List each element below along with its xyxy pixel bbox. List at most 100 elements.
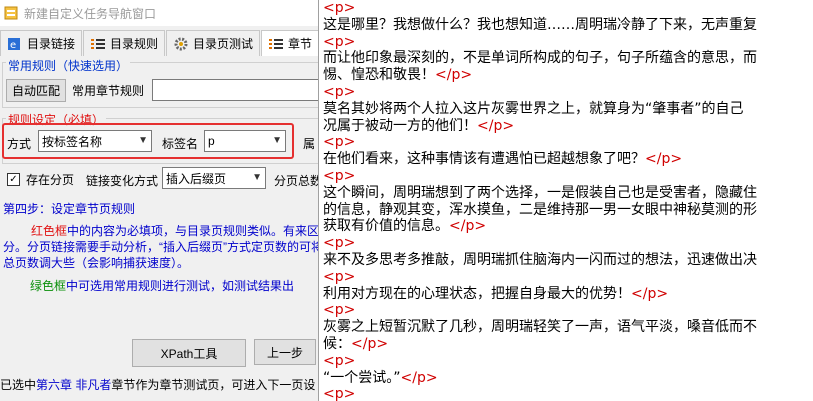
- app-icon: [4, 6, 18, 20]
- source-line: <p>: [323, 302, 813, 319]
- instruction-text-2: 绿色框中可选用常用规则进行测试，如测试结果出: [30, 277, 294, 294]
- line-text: 灰雾之上短暂沉默了几秒，周明瑞轻笑了一声，语气平淡，嗓音低而不: [323, 319, 757, 336]
- line-text: 来不及多思考多推敲，周明瑞抓住脑海内一闪而过的想法，迅速做出决: [323, 251, 757, 268]
- line-text: 候：: [323, 335, 351, 352]
- html-source-text: <p> 这是哪里？我想做什么？我也想知道……周明瑞冷静了下来，无声重复 <p> 而让他…: [323, 0, 813, 401]
- source-line: 的信息，静观其变，浑水摸鱼，二是维持那一男一女眼中神秘莫测的形: [323, 202, 813, 219]
- required-rule-highlight: [2, 123, 294, 159]
- tab-label: 目录规则: [110, 37, 159, 51]
- source-line: 这是哪里？我想做什么？我也想知道……周明瑞冷静了下来，无声重复: [323, 17, 813, 34]
- html-tag: <p>: [323, 302, 356, 319]
- line-text: 的信息，静观其变，浑水摸鱼，二是维持那一男一女眼中神秘莫测的形: [323, 201, 757, 218]
- html-tag: </p>: [435, 67, 473, 84]
- source-line: <p>: [323, 235, 813, 252]
- source-line: 莫名其妙将两个人拉入这片灰雾世界之上，就算身为“肇事者”的自己: [323, 101, 813, 118]
- link-change-select[interactable]: 插入后缀页 ▼: [162, 167, 266, 189]
- html-tag: <p>: [323, 352, 356, 369]
- html-tag: <p>: [323, 83, 356, 100]
- step-heading: 第四步：设定章节页规则: [3, 202, 136, 216]
- tab-catalog-rule[interactable]: 目录规则: [83, 30, 166, 56]
- html-tag: </p>: [631, 285, 669, 302]
- line-text: 在他们看来，这种事情该有遭遇怕已超越想象了吧？: [323, 151, 645, 168]
- source-line: 获取有价值的信息。</p>: [323, 218, 813, 235]
- instruction-text: 红色框中的内容为必填项，与目录页规则类似。有来区分。分页链接需要手动分析，“插入…: [3, 223, 318, 271]
- source-line: 候：</p>: [323, 336, 813, 353]
- source-line: <p>: [323, 84, 813, 101]
- xpath-tool-button[interactable]: XPath工具: [132, 339, 246, 367]
- checkbox-check-icon: ✓: [7, 173, 20, 186]
- status-suffix: 章节作为章节测试页，可进入下一页设: [111, 378, 316, 392]
- chevron-down-icon: ▼: [252, 172, 262, 183]
- source-line: <p>: [323, 0, 813, 17]
- chapter-icon: [269, 38, 284, 49]
- tab-strip: e 目录链接 目录规则 目录页测试 章节: [0, 30, 318, 56]
- prev-step-button[interactable]: 上一步: [254, 339, 316, 365]
- tab-label: 目录链接: [27, 37, 76, 51]
- html-tag: <p>: [323, 134, 356, 151]
- html-tag: </p>: [449, 218, 487, 235]
- tab-catalog-link[interactable]: e 目录链接: [0, 30, 83, 56]
- line-text: 这个瞬间，周明瑞想到了两个选择，一是假装自己也是受害者，隐藏住: [323, 184, 757, 201]
- window-titlebar: 新建自定义任务导航窗口: [0, 0, 318, 26]
- html-tag: </p>: [400, 369, 438, 386]
- html-tag: <p>: [323, 268, 356, 285]
- gear-icon: [174, 37, 188, 50]
- green-frame-word: 绿色框: [30, 279, 67, 293]
- source-line: <p>: [323, 134, 813, 151]
- tab-chapter[interactable]: 章节: [261, 30, 318, 56]
- line-text: 况属于被动一方的他们！: [323, 117, 477, 134]
- source-line: 这个瞬间，周明瑞想到了两个选择，一是假装自己也是受害者，隐藏住: [323, 185, 813, 202]
- source-line: <p>: [323, 353, 813, 370]
- instruction-rest-2: 中可选用常用规则进行测试，如测试结果出: [66, 279, 295, 293]
- has-paging-checkbox[interactable]: ✓ 存在分页: [7, 171, 74, 188]
- line-text: 获取有价值的信息。: [323, 218, 449, 235]
- tab-catalog-test[interactable]: 目录页测试: [166, 30, 261, 56]
- html-tag: </p>: [351, 335, 389, 352]
- line-text: 而让他印象最深刻的，不是单词所构成的句子，句子所蕴含的意思，而: [323, 50, 757, 67]
- source-line: <p>: [323, 34, 813, 51]
- red-frame-word: 红色框: [31, 224, 68, 238]
- line-text: 惕、惶恐和敬畏！: [323, 67, 435, 84]
- source-line: <p>: [323, 386, 813, 401]
- line-text: 这是哪里？我想做什么？我也想知道……周明瑞冷静了下来，无声重复: [323, 16, 757, 33]
- line-text: “一个尝试。”: [323, 369, 401, 386]
- auto-match-button[interactable]: 自动匹配: [6, 79, 66, 102]
- config-panel: 新建自定义任务导航窗口 e 目录链接 目录规则 目录页测试 章节 常用规则（快速…: [0, 0, 318, 401]
- link-change-label: 链接变化方式: [86, 174, 159, 188]
- line-text: 莫名其妙将两个人拉入这片灰雾世界之上，就算身为“肇事者”的自己: [323, 100, 744, 117]
- chapter-rule-input[interactable]: [152, 79, 318, 101]
- list-rule-icon: [91, 38, 106, 49]
- tab-label: 章节: [288, 37, 313, 51]
- svg-text:e: e: [10, 40, 16, 51]
- status-prefix: 已选中: [0, 378, 37, 392]
- source-line: 况属于被动一方的他们！</p>: [323, 118, 813, 135]
- source-line: <p>: [323, 168, 813, 185]
- source-line: 而让他印象最深刻的，不是单词所构成的句子，句子所蕴含的意思，而: [323, 50, 813, 67]
- html-tag: </p>: [645, 151, 683, 168]
- html-tag: <p>: [323, 167, 356, 184]
- line-text: 利用对方现在的心理状态，把握自身最大的优势！: [323, 285, 631, 302]
- attribute-label: 属: [303, 137, 316, 151]
- link-change-value: 插入后缀页: [166, 171, 227, 186]
- source-line: “一个尝试。”</p>: [323, 370, 813, 387]
- source-line: 利用对方现在的心理状态，把握自身最大的优势！</p>: [323, 286, 813, 303]
- tab-label: 目录页测试: [193, 37, 254, 51]
- total-pages-label: 分页总数: [274, 174, 318, 188]
- source-line: 来不及多思考多推敲，周明瑞抓住脑海内一闪而过的想法，迅速做出决: [323, 252, 813, 269]
- html-tag: <p>: [323, 33, 356, 50]
- html-tag: <p>: [323, 0, 356, 16]
- source-line: 灰雾之上短暂沉默了几秒，周明瑞轻笑了一声，语气平淡，嗓音低而不: [323, 319, 813, 336]
- source-line: 惕、惶恐和敬畏！</p>: [323, 67, 813, 84]
- html-tag: <p>: [323, 386, 356, 401]
- status-bar: 已选中第六章 非凡者章节作为章节测试页，可进入下一页设: [0, 376, 318, 393]
- html-tag: </p>: [477, 117, 515, 134]
- status-chapter: 第六章 非凡者: [36, 378, 112, 392]
- window-title: 新建自定义任务导航窗口: [24, 6, 157, 21]
- common-rules-title: 常用规则（快速选用）: [6, 57, 131, 74]
- source-line: <p>: [323, 269, 813, 286]
- html-tag: <p>: [323, 235, 356, 252]
- html-preview-pane[interactable]: <p> 这是哪里？我想做什么？我也想知道……周明瑞冷静了下来，无声重复 <p> 而让他…: [318, 0, 813, 401]
- has-paging-label: 存在分页: [26, 173, 75, 187]
- link-icon: e: [8, 37, 20, 51]
- chapter-rule-label: 常用章节规则: [72, 84, 145, 98]
